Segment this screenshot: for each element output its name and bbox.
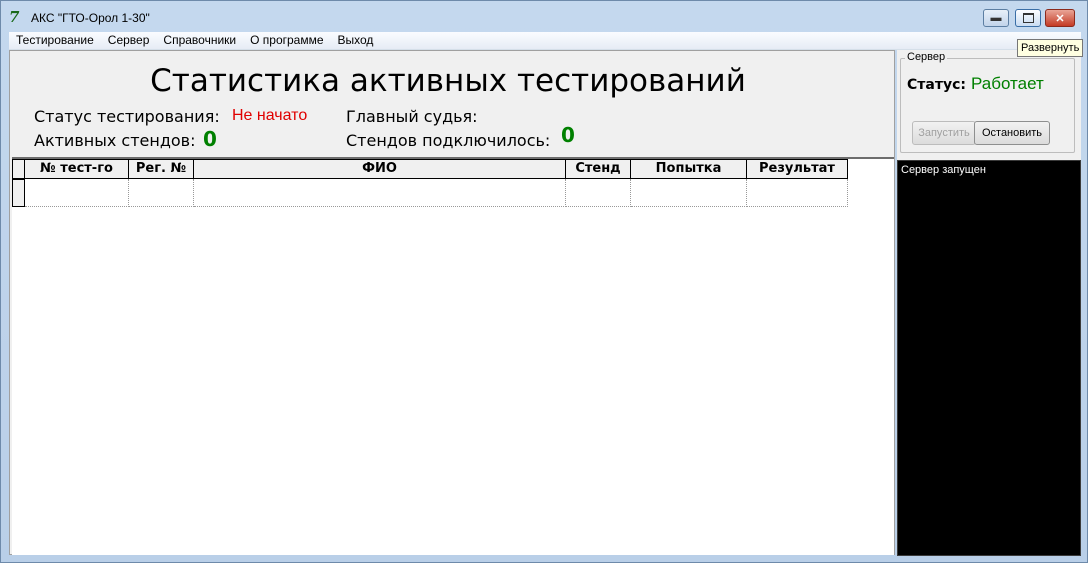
minimize-button[interactable]: ▬: [983, 9, 1009, 27]
app-icon: 7: [9, 8, 20, 26]
menu-exit[interactable]: Выход: [331, 32, 381, 49]
column-header-full-name[interactable]: ФИО: [194, 159, 566, 179]
column-header-test-number[interactable]: № тест-го: [25, 159, 129, 179]
menu-testing[interactable]: Тестирование: [9, 32, 101, 49]
connected-stands-label: Стендов подключилось:: [346, 131, 551, 150]
maximize-button[interactable]: [1015, 9, 1041, 27]
active-stands-label: Активных стендов:: [34, 131, 196, 150]
table-cell[interactable]: [566, 179, 631, 207]
connected-stands-value: 0: [561, 123, 575, 147]
table-cell[interactable]: [25, 179, 129, 207]
column-header-reg-number[interactable]: Рег. №: [129, 159, 194, 179]
table-row[interactable]: [12, 179, 848, 207]
column-header-stand[interactable]: Стенд: [566, 159, 631, 179]
table-header: № тест-го Рег. № ФИО Стенд Попытка Резул…: [12, 159, 848, 179]
testing-status-value: Не начато: [232, 107, 308, 124]
statistics-title: Статистика активных тестирований: [150, 63, 746, 99]
server-panel: Сервер Статус: Работает Запустить Остано…: [897, 50, 1081, 160]
menu-about[interactable]: О программе: [243, 32, 330, 49]
table-cell[interactable]: [129, 179, 194, 207]
table-cell[interactable]: [194, 179, 566, 207]
testing-table[interactable]: № тест-го Рег. № ФИО Стенд Попытка Резул…: [12, 157, 894, 555]
server-group-title: Сервер: [905, 51, 948, 63]
menu-references[interactable]: Справочники: [156, 32, 243, 49]
maximize-icon: [1022, 13, 1034, 23]
window-title: АКС "ГТО-Орол 1-30": [31, 11, 150, 25]
chief-judge-label: Главный судья:: [346, 107, 478, 126]
testing-status-label: Статус тестирования:: [34, 107, 220, 126]
column-header-attempt[interactable]: Попытка: [631, 159, 747, 179]
active-stands-value: 0: [203, 127, 217, 151]
start-server-button[interactable]: Запустить: [912, 121, 976, 145]
table-cell[interactable]: [747, 179, 848, 207]
table-cell[interactable]: [631, 179, 747, 207]
menu-bar: Тестирование Сервер Справочники О програ…: [9, 32, 1081, 50]
menu-server[interactable]: Сервер: [101, 32, 157, 49]
server-log[interactable]: Сервер запущен: [897, 160, 1081, 556]
main-window: 7 АКС "ГТО-Орол 1-30" ▬ ✕ Развернуть Тес…: [0, 0, 1088, 563]
close-button[interactable]: ✕: [1045, 9, 1075, 27]
server-status-label: Статус:: [907, 77, 966, 93]
log-line: Сервер запущен: [901, 164, 986, 176]
statistics-panel: Статистика активных тестирований Статус …: [9, 50, 895, 555]
row-indicator-header: [12, 159, 25, 179]
minimize-icon: ▬: [990, 12, 1002, 24]
server-groupbox: Сервер Статус: Работает Запустить Остано…: [900, 51, 1075, 153]
title-bar[interactable]: 7 АКС "ГТО-Орол 1-30" ▬ ✕: [1, 1, 1087, 31]
column-header-result[interactable]: Результат: [747, 159, 848, 179]
maximize-tooltip: Развернуть: [1017, 39, 1084, 57]
row-indicator[interactable]: [12, 179, 25, 207]
server-status-value: Работает: [971, 74, 1044, 93]
stop-server-button[interactable]: Остановить: [974, 121, 1050, 145]
close-icon: ✕: [1055, 12, 1065, 25]
